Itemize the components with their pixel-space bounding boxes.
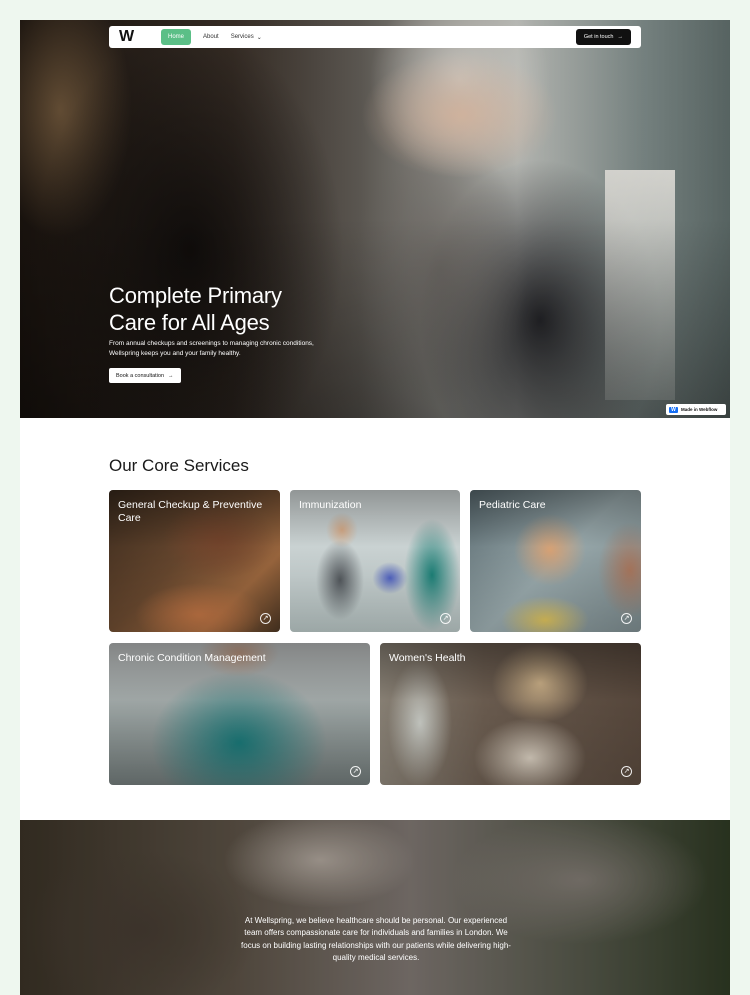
service-card-pediatric-care[interactable]: Pediatric Care ↗: [470, 490, 641, 632]
service-card-womens-health[interactable]: Women's Health ↗: [380, 643, 641, 785]
arrow-up-right-circle-icon: ↗: [260, 613, 271, 624]
hero-subtitle: From annual checkups and screenings to m…: [109, 339, 369, 359]
webflow-logo-icon: W: [669, 406, 678, 413]
service-card-label: Pediatric Care: [479, 499, 546, 511]
page-frame: W Home About Services ⌄ Get in touch → C…: [20, 20, 730, 995]
hero-subtitle-line2: Wellspring keeps you and your family hea…: [109, 350, 241, 357]
hero-section: W Home About Services ⌄ Get in touch → C…: [20, 20, 730, 418]
nav-services-dropdown[interactable]: Services ⌄: [231, 34, 262, 41]
service-card-chronic-condition[interactable]: Chronic Condition Management ↗: [109, 643, 370, 785]
chevron-down-icon: ⌄: [256, 34, 262, 41]
hero-subtitle-line1: From annual checkups and screenings to m…: [109, 340, 314, 347]
service-card-immunization[interactable]: Immunization ↗: [290, 490, 460, 632]
service-card-label: Chronic Condition Management: [118, 652, 266, 664]
service-card-label: General Checkup & Preventive Care: [118, 499, 263, 524]
nav-home-link[interactable]: Home: [161, 29, 192, 45]
arrow-up-right-circle-icon: ↗: [621, 766, 632, 777]
top-navbar: W Home About Services ⌄ Get in touch →: [109, 26, 641, 48]
arrow-up-right-circle-icon: ↗: [621, 613, 632, 624]
hero-title-line2: Care for All Ages: [109, 310, 270, 335]
arrow-up-right-circle-icon: ↗: [440, 613, 451, 624]
about-section: At Wellspring, we believe healthcare sho…: [20, 820, 730, 995]
made-in-webflow-badge[interactable]: W Made in Webflow: [666, 404, 726, 415]
arrow-right-icon: →: [168, 372, 174, 379]
service-card-label: Immunization: [299, 499, 362, 511]
arrow-right-icon: →: [617, 34, 624, 40]
brand-logo[interactable]: W: [119, 28, 143, 46]
book-consultation-button[interactable]: Book a consultation →: [109, 368, 181, 383]
services-section-title: Our Core Services: [109, 456, 249, 475]
nav-about-link[interactable]: About: [203, 34, 219, 40]
arrow-up-right-circle-icon: ↗: [350, 766, 361, 777]
book-consultation-label: Book a consultation: [116, 372, 165, 379]
get-in-touch-label: Get in touch: [583, 34, 614, 40]
get-in-touch-button[interactable]: Get in touch →: [575, 29, 631, 45]
service-card-general-checkup[interactable]: General Checkup & Preventive Care ↗: [109, 490, 280, 632]
nav-services-label: Services: [230, 34, 254, 40]
badge-label: Made in Webflow: [681, 407, 718, 412]
service-card-label: Women's Health: [389, 652, 466, 664]
hero-title: Complete Primary Care for All Ages: [109, 282, 369, 336]
hero-title-line1: Complete Primary: [109, 283, 282, 308]
about-paragraph: At Wellspring, we believe healthcare sho…: [241, 916, 511, 963]
